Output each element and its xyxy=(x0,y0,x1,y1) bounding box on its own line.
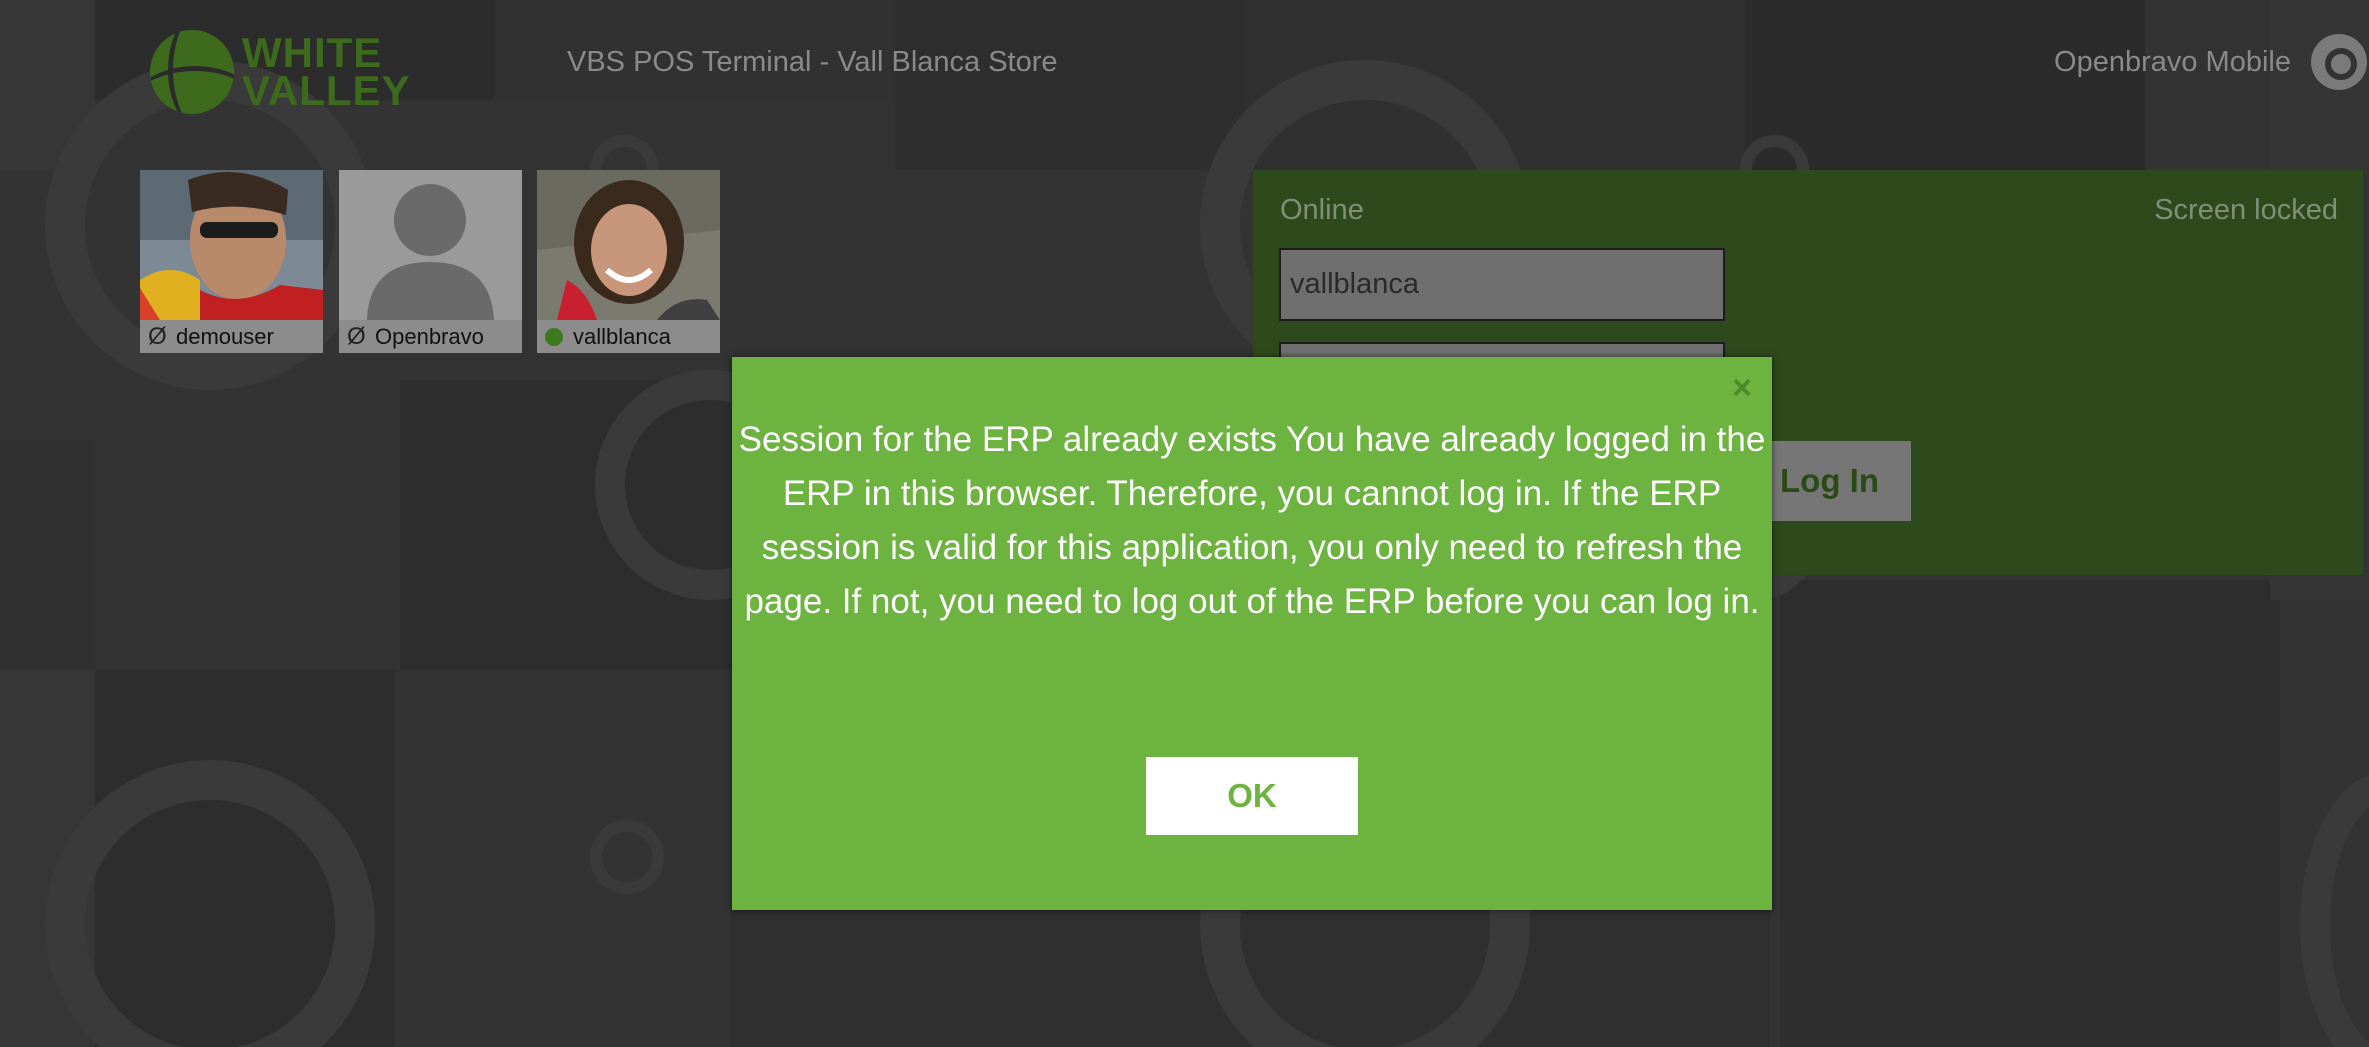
dialog-message: Session for the ERP already exists You h… xyxy=(738,420,1766,621)
error-dialog: × Session for the ERP already exists You… xyxy=(732,357,1772,910)
close-icon[interactable]: × xyxy=(1732,371,1752,405)
ok-button[interactable]: OK xyxy=(1146,757,1358,835)
